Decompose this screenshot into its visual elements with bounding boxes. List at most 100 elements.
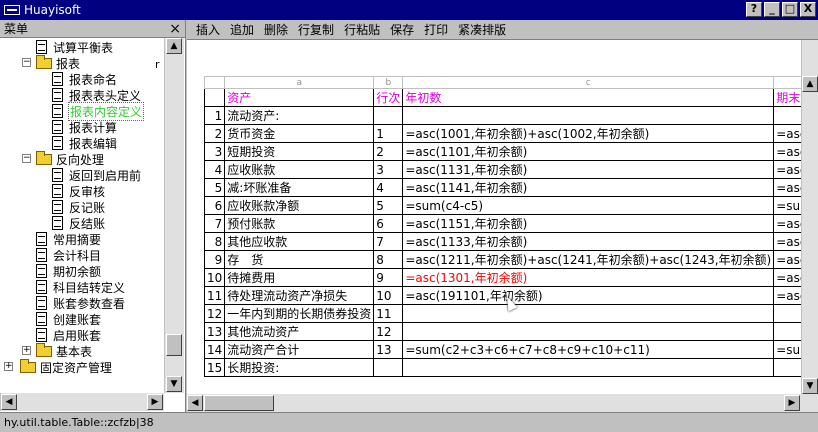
cell-asset[interactable]: 待处理流动资产净损失 [224,286,375,305]
expand-icon[interactable]: + [4,362,13,371]
cell-asset[interactable]: 其他应收款 [224,232,375,251]
cell-closing-formula[interactable]: =asc(113 [773,232,801,251]
grid-scroll-up-button[interactable]: ▲ [802,76,818,92]
toolbar-button[interactable]: 紧凑排版 [453,21,511,38]
cell-closing-formula[interactable]: =sum(d4- [773,196,801,215]
row-number[interactable]: 10 [204,268,226,287]
tree-item[interactable]: 科目结转定义 [36,279,126,295]
toolbar-button[interactable]: 删除 [259,21,293,38]
maximize-button[interactable]: □ [782,2,798,17]
cell-closing-formula[interactable]: =asc(115 [773,214,801,233]
tree-item[interactable]: 反审核 [52,183,106,199]
scroll-right-button[interactable]: ▶ [147,394,163,410]
cell-line-no[interactable]: 12 [373,322,404,341]
toolbar-button[interactable]: 行复制 [293,21,339,38]
tree-item[interactable]: 基本表 [36,342,93,359]
cell-closing-formula[interactable]: =asc(100 [773,124,801,143]
tree-item[interactable]: 创建账套 [36,311,102,327]
cell-asset[interactable]: 预付账款 [224,214,375,233]
cell-line-no[interactable]: 4 [373,178,404,197]
cell-line-no[interactable] [373,106,404,125]
tree-item[interactable]: 报表编辑 [52,135,118,151]
cell-asset[interactable]: 减:坏账准备 [224,178,375,197]
cell-asset[interactable]: 一年内到期的长期债券投资 [224,304,375,323]
cell-line-no[interactable]: 7 [373,232,404,251]
row-number[interactable]: 12 [204,304,226,323]
cell-asset[interactable]: 流动资产合计 [224,340,375,359]
scroll-up-button[interactable]: ▲ [166,38,182,54]
cell-opening-formula[interactable]: =asc(1001,年初余额)+asc(1002,年初余额) [402,124,775,143]
row-number[interactable]: 1 [204,106,226,125]
menu-vertical-scrollbar[interactable]: ▲ ▼ [164,38,184,393]
cell-opening-formula[interactable]: =asc(1141,年初余额) [402,178,775,197]
row-number[interactable]: 14 [204,340,226,359]
row-number[interactable]: 11 [204,286,226,305]
tree-item[interactable]: 报表 [36,54,81,71]
cell-opening-formula[interactable]: =sum(c2+c3+c6+c7+c8+c9+c10+c11) [402,340,775,359]
grid-scroll-left-button[interactable]: ◀ [187,395,203,411]
cell-opening-formula[interactable] [402,304,775,323]
cell-line-no[interactable]: 11 [373,304,404,323]
collapse-icon[interactable]: − [22,58,31,67]
header-cell[interactable]: 行次 [373,88,404,107]
close-button[interactable]: X [800,2,816,17]
cell-closing-formula[interactable]: =asc(110 [773,142,801,161]
collapse-icon[interactable]: − [22,154,31,163]
row-number[interactable]: 4 [204,160,226,179]
cell-closing-formula[interactable]: =asc(114 [773,178,801,197]
toolbar-button[interactable]: 保存 [385,21,419,38]
toolbar-button[interactable]: 追加 [225,21,259,38]
column-letter[interactable]: c [402,76,775,89]
cell-closing-formula[interactable] [773,304,801,323]
tree-item[interactable]: 启用账套 [36,327,102,343]
cell-line-no[interactable]: 9 [373,268,404,287]
cell-opening-formula[interactable]: =asc(191101,年初余额) [402,286,775,305]
cell-line-no[interactable]: 8 [373,250,404,269]
tree-item[interactable]: 报表内容定义 [52,101,145,121]
header-cell[interactable]: 资产 [224,88,375,107]
cell-line-no[interactable]: 5 [373,196,404,215]
cell-opening-formula[interactable]: =asc(1301,年初余额) [402,268,775,287]
tree-item[interactable]: 试算平衡表 [36,39,114,55]
cell-line-no[interactable]: 13 [373,340,404,359]
cell-opening-formula[interactable]: =asc(1211,年初余额)+asc(1241,年初余额)+asc(1243,… [402,250,775,269]
scroll-down-button[interactable]: ▼ [166,376,182,392]
cell-line-no[interactable]: 1 [373,124,404,143]
cell-asset[interactable]: 流动资产: [224,106,375,125]
cell-asset[interactable]: 长期投资: [224,358,375,377]
tree-item[interactable]: 报表命名 [52,71,118,87]
cell-line-no[interactable] [373,358,404,377]
cell-line-no[interactable]: 2 [373,142,404,161]
cell-closing-formula[interactable] [773,106,801,125]
row-number[interactable]: 2 [204,124,226,143]
tree-item[interactable]: 反向处理 [36,150,105,167]
row-number[interactable]: 13 [204,322,226,341]
cell-asset[interactable]: 应收账款 [224,160,375,179]
scroll-left-button[interactable]: ◀ [1,394,17,410]
cell-line-no[interactable]: 10 [373,286,404,305]
row-number[interactable]: 9 [204,250,226,269]
cell-asset[interactable]: 货币资金 [224,124,375,143]
cell-line-no[interactable]: 6 [373,214,404,233]
grid-horizontal-scrollbar[interactable]: ◀ ▶ [187,394,818,412]
menu-horizontal-scrollbar[interactable]: ◀ ▶ [0,393,164,411]
menu-close-button[interactable]: × [169,21,181,37]
cell-closing-formula[interactable]: =sum(d2- [773,340,801,359]
tree-item[interactable]: 报表计算 [52,119,118,135]
grid-scroll-right-button[interactable]: ▶ [784,395,800,411]
toolbar-button[interactable]: 打印 [419,21,453,38]
row-number[interactable]: 7 [204,214,226,233]
grid-scroll-down-button[interactable]: ▼ [802,378,818,394]
cell-line-no[interactable]: 3 [373,160,404,179]
cell-asset[interactable]: 应收账款净额 [224,196,375,215]
tree-item[interactable]: 反结账 [52,215,106,231]
cell-opening-formula[interactable] [402,106,775,125]
column-letter[interactable]: a [224,76,375,89]
cell-opening-formula[interactable]: =sum(c4-c5) [402,196,775,215]
cell-closing-formula[interactable]: =asc(191 [773,286,801,305]
grid-scroll-thumb[interactable] [204,395,274,411]
cell-opening-formula[interactable]: =asc(1101,年初余额) [402,142,775,161]
tree-item[interactable]: 固定资产管理 [20,358,113,375]
column-letter[interactable]: b [373,76,404,89]
corner-cell[interactable] [204,76,226,89]
